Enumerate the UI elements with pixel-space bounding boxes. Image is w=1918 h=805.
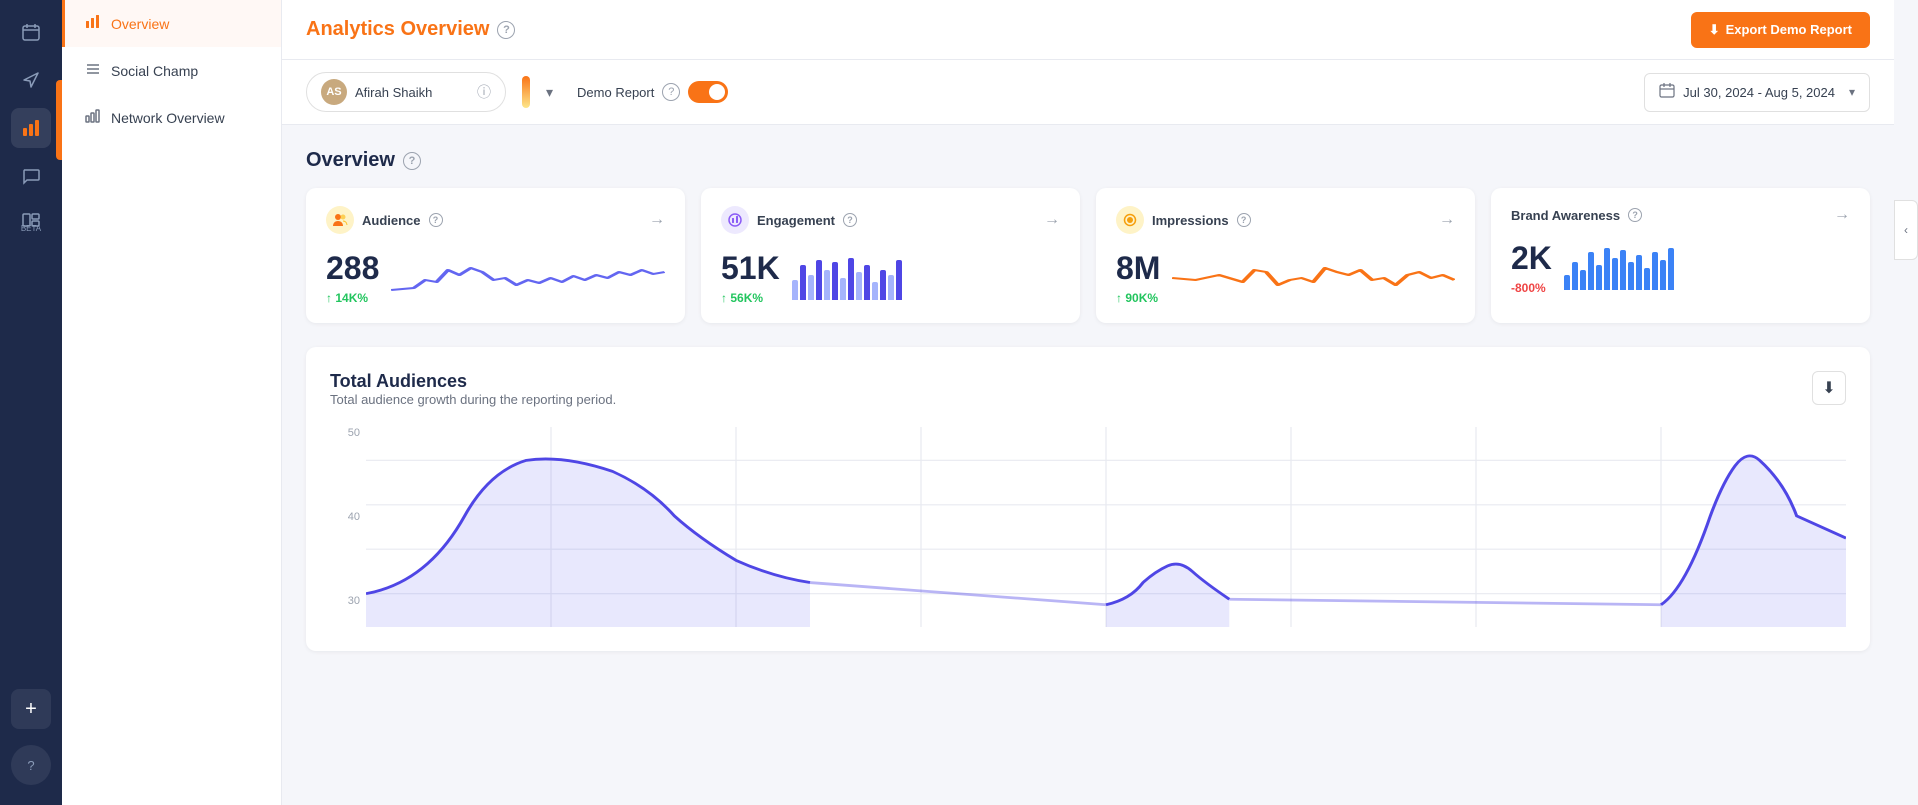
engagement-change-value: 56K% xyxy=(730,291,763,305)
sidebar-item-social-champ-label: Social Champ xyxy=(111,63,198,79)
social-champ-icon xyxy=(85,61,101,80)
total-audiences-section: Total Audiences Total audience growth du… xyxy=(306,347,1870,651)
impressions-change: ↑ 90K% xyxy=(1116,291,1160,305)
impressions-arrow[interactable]: → xyxy=(1439,211,1455,229)
brand-awareness-change: -800% xyxy=(1511,281,1552,295)
sidebar-icon-send[interactable] xyxy=(11,60,51,100)
engagement-arrow[interactable]: → xyxy=(1044,211,1060,229)
date-range-label: Jul 30, 2024 - Aug 5, 2024 xyxy=(1683,85,1835,100)
brand-awareness-arrow[interactable]: → xyxy=(1834,206,1850,224)
audience-arrow[interactable]: → xyxy=(649,211,665,229)
page-title: Analytics Overview ? xyxy=(306,18,515,41)
overview-help-icon[interactable]: ? xyxy=(403,152,421,170)
color-bar xyxy=(522,76,530,108)
sidebar-icon-comments[interactable] xyxy=(11,156,51,196)
overview-section-title: Overview ? xyxy=(306,149,1870,172)
brand-awareness-change-value: -800% xyxy=(1511,281,1546,295)
date-range-selector[interactable]: Jul 30, 2024 - Aug 5, 2024 ▾ xyxy=(1644,73,1870,112)
header: Analytics Overview ? ⬇ Export Demo Repor… xyxy=(282,0,1894,60)
overview-icon xyxy=(85,14,101,33)
demo-report-help-icon[interactable]: ? xyxy=(662,83,680,101)
sidebar-icon-analytics[interactable] xyxy=(11,108,51,148)
brand-awareness-card: Brand Awareness ? → 2K -800% xyxy=(1491,188,1870,323)
y-label-30: 30 xyxy=(348,595,360,607)
total-audiences-subtitle: Total audience growth during the reporti… xyxy=(330,392,616,407)
sidebar-item-overview[interactable]: Overview xyxy=(62,0,281,47)
brand-awareness-label: Brand Awareness xyxy=(1511,208,1620,223)
overview-title-text: Overview xyxy=(306,149,395,172)
audience-chart xyxy=(391,250,665,305)
export-button-label: Export Demo Report xyxy=(1726,22,1852,37)
sidebar-item-overview-label: Overview xyxy=(111,16,169,32)
impressions-chart xyxy=(1172,250,1455,305)
audience-change: ↑ 14K% xyxy=(326,291,379,305)
audience-label: Audience xyxy=(362,213,421,228)
impressions-label: Impressions xyxy=(1152,213,1229,228)
impressions-help-icon[interactable]: ? xyxy=(1237,213,1251,227)
profile-selector[interactable]: AS Afirah Shaikh ⓘ xyxy=(306,72,506,112)
profile-avatar: AS xyxy=(321,79,347,105)
impressions-change-value: 90K% xyxy=(1125,291,1158,305)
demo-report-section: Demo Report ? xyxy=(577,81,728,103)
profile-info-icon: ⓘ xyxy=(477,82,491,102)
audience-change-arrow-up: ↑ xyxy=(326,291,332,305)
add-button[interactable]: + xyxy=(11,689,51,729)
area-chart: 50 40 30 xyxy=(330,427,1846,627)
profile-dropdown-arrow[interactable]: ▾ xyxy=(546,84,553,101)
export-demo-report-button[interactable]: ⬇ Export Demo Report xyxy=(1691,12,1870,48)
sidebar-item-network-overview-label: Network Overview xyxy=(111,110,225,126)
header-help-icon[interactable]: ? xyxy=(497,21,515,39)
download-chart-button[interactable]: ⬇ xyxy=(1812,371,1846,405)
metric-cards: Audience ? → 288 ↑ 14K% xyxy=(306,188,1870,323)
brand-awareness-chart xyxy=(1564,245,1850,290)
demo-report-label: Demo Report xyxy=(577,85,654,100)
engagement-icon xyxy=(721,206,749,234)
engagement-chart xyxy=(792,255,1060,300)
sidebar-icon-beta[interactable]: BETA xyxy=(11,204,51,239)
orange-accent xyxy=(56,80,62,160)
audience-value: 288 xyxy=(326,250,379,287)
audience-change-value: 14K% xyxy=(335,291,368,305)
y-axis-labels: 50 40 30 xyxy=(330,427,366,607)
y-label-40: 40 xyxy=(348,511,360,523)
filter-bar: AS Afirah Shaikh ⓘ ▾ Demo Report ? Jul 3… xyxy=(282,60,1894,125)
analytics-title-text: Analytics Overview xyxy=(306,18,489,41)
sidebar-item-network-overview[interactable]: Network Overview xyxy=(62,94,281,141)
profile-name: Afirah Shaikh xyxy=(355,85,469,100)
brand-awareness-help-icon[interactable]: ? xyxy=(1628,208,1642,222)
nav-panel: Overview Social Champ Network Overview xyxy=(62,0,282,805)
engagement-label: Engagement xyxy=(757,213,835,228)
audience-card: Audience ? → 288 ↑ 14K% xyxy=(306,188,685,323)
y-label-50: 50 xyxy=(348,427,360,439)
beta-label: BETA xyxy=(21,224,41,233)
download-icon: ⬇ xyxy=(1709,22,1720,38)
impressions-card: Impressions ? → 8M ↑ 90K% xyxy=(1096,188,1475,323)
date-dropdown-arrow: ▾ xyxy=(1849,85,1855,99)
audience-icon xyxy=(326,206,354,234)
calendar-icon xyxy=(1659,82,1675,103)
collapse-nav-button[interactable]: ‹ xyxy=(1894,200,1918,260)
brand-awareness-value: 2K xyxy=(1511,240,1552,277)
audience-help-icon[interactable]: ? xyxy=(429,213,443,227)
sidebar: BETA + ? xyxy=(0,0,62,805)
engagement-card: Engagement ? → 51K ↑ 56K% xyxy=(701,188,1080,323)
main-scroll-area[interactable]: Overview ? xyxy=(282,125,1894,805)
main-content: Analytics Overview ? ⬇ Export Demo Repor… xyxy=(282,0,1894,805)
network-overview-icon xyxy=(85,108,101,127)
sidebar-item-social-champ[interactable]: Social Champ xyxy=(62,47,281,94)
engagement-change-arrow-up: ↑ xyxy=(721,291,727,305)
engagement-change: ↑ 56K% xyxy=(721,291,780,305)
total-audiences-title: Total Audiences xyxy=(330,371,616,392)
engagement-help-icon[interactable]: ? xyxy=(843,213,857,227)
help-button[interactable]: ? xyxy=(11,745,51,785)
sidebar-icon-calendar[interactable] xyxy=(11,12,51,52)
impressions-icon xyxy=(1116,206,1144,234)
demo-report-toggle[interactable] xyxy=(688,81,728,103)
impressions-change-arrow-up: ↑ xyxy=(1116,291,1122,305)
engagement-value: 51K xyxy=(721,250,780,287)
impressions-value: 8M xyxy=(1116,250,1160,287)
chart-svg-area xyxy=(366,427,1846,627)
